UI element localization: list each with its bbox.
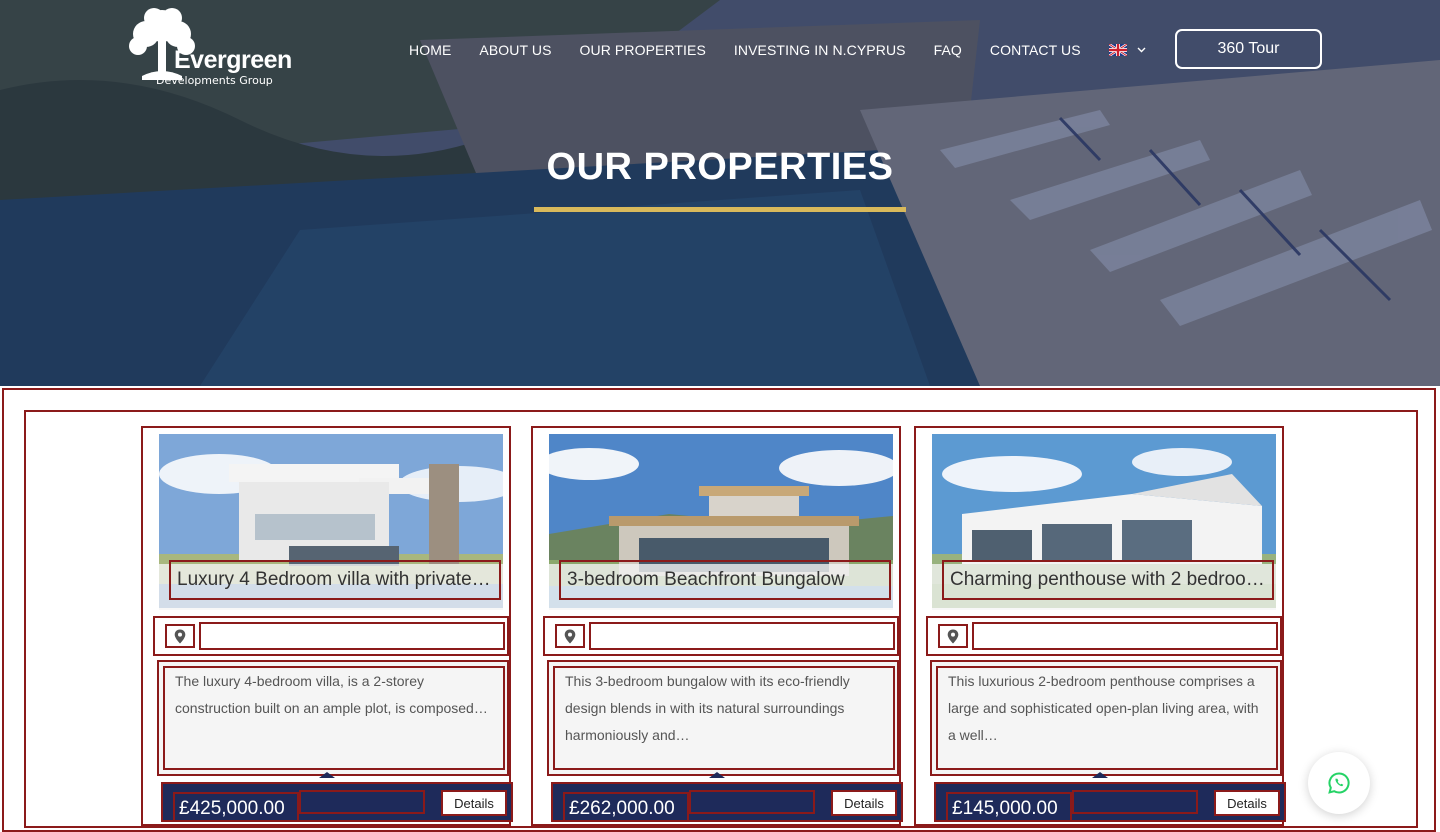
caret-up-icon bbox=[709, 772, 725, 778]
property-title[interactable]: Charming penthouse with 2 bedroo… bbox=[942, 560, 1274, 600]
location-text bbox=[972, 622, 1278, 650]
property-description: This luxurious 2-bedroom penthouse compr… bbox=[936, 666, 1278, 770]
property-title[interactable]: Luxury 4 Bedroom villa with private… bbox=[169, 560, 501, 600]
price-bar: £425,000.00 Details bbox=[161, 782, 513, 822]
details-button[interactable]: Details bbox=[1214, 790, 1280, 816]
title-underline bbox=[534, 207, 906, 212]
property-price: £145,000.00 bbox=[946, 792, 1072, 822]
property-card[interactable]: 3-bedroom Beachfront Bungalow This 3-bed… bbox=[531, 426, 903, 826]
logo[interactable]: Evergreen Developments Group bbox=[122, 4, 292, 90]
logo-name: Evergreen bbox=[174, 46, 292, 74]
tour-360-button[interactable]: 360 Tour bbox=[1175, 29, 1322, 69]
location-pin-icon bbox=[165, 624, 195, 648]
price-extra bbox=[1072, 790, 1198, 814]
caret-up-icon bbox=[1092, 772, 1108, 778]
chevron-down-icon bbox=[1137, 47, 1146, 53]
main-nav: HOME ABOUT US OUR PROPERTIES INVESTING I… bbox=[409, 40, 1146, 60]
location-row bbox=[153, 616, 509, 656]
property-description: This 3-bedroom bungalow with its eco-fri… bbox=[553, 666, 895, 770]
property-card[interactable]: Luxury 4 Bedroom villa with private… The… bbox=[141, 426, 513, 826]
description-box: This 3-bedroom bungalow with its eco-fri… bbox=[547, 660, 899, 776]
property-description: The luxury 4-bedroom villa, is a 2-store… bbox=[163, 666, 505, 770]
location-text bbox=[199, 622, 505, 650]
uk-flag-icon bbox=[1108, 44, 1127, 56]
details-button[interactable]: Details bbox=[831, 790, 897, 816]
nav-contact-us[interactable]: CONTACT US bbox=[990, 42, 1081, 58]
logo-subtitle: Developments Group bbox=[156, 74, 273, 87]
nav-home[interactable]: HOME bbox=[409, 42, 451, 58]
location-row bbox=[926, 616, 1282, 656]
hero-banner: Evergreen Developments Group HOME ABOUT … bbox=[0, 0, 1440, 386]
property-title[interactable]: 3-bedroom Beachfront Bungalow bbox=[559, 560, 891, 600]
location-row bbox=[543, 616, 899, 656]
property-card[interactable]: Charming penthouse with 2 bedroo… This l… bbox=[914, 426, 1286, 826]
price-extra bbox=[689, 790, 815, 814]
nav-faq[interactable]: FAQ bbox=[934, 42, 962, 58]
price-bar: £145,000.00 Details bbox=[934, 782, 1286, 822]
whatsapp-icon bbox=[1328, 772, 1350, 794]
whatsapp-button[interactable] bbox=[1308, 752, 1370, 814]
page-title: OUR PROPERTIES bbox=[546, 146, 894, 188]
property-price: £425,000.00 bbox=[173, 792, 299, 822]
price-bar: £262,000.00 Details bbox=[551, 782, 903, 822]
property-price: £262,000.00 bbox=[563, 792, 689, 822]
caret-up-icon bbox=[319, 772, 335, 778]
details-button[interactable]: Details bbox=[441, 790, 507, 816]
nav-our-properties[interactable]: OUR PROPERTIES bbox=[580, 42, 706, 58]
description-box: This luxurious 2-bedroom penthouse compr… bbox=[930, 660, 1282, 776]
nav-investing[interactable]: INVESTING IN N.CYPRUS bbox=[734, 42, 906, 58]
language-selector[interactable] bbox=[1108, 44, 1146, 56]
price-extra bbox=[299, 790, 425, 814]
description-box: The luxury 4-bedroom villa, is a 2-store… bbox=[157, 660, 509, 776]
location-pin-icon bbox=[938, 624, 968, 648]
location-text bbox=[589, 622, 895, 650]
location-pin-icon bbox=[555, 624, 585, 648]
nav-about-us[interactable]: ABOUT US bbox=[479, 42, 551, 58]
